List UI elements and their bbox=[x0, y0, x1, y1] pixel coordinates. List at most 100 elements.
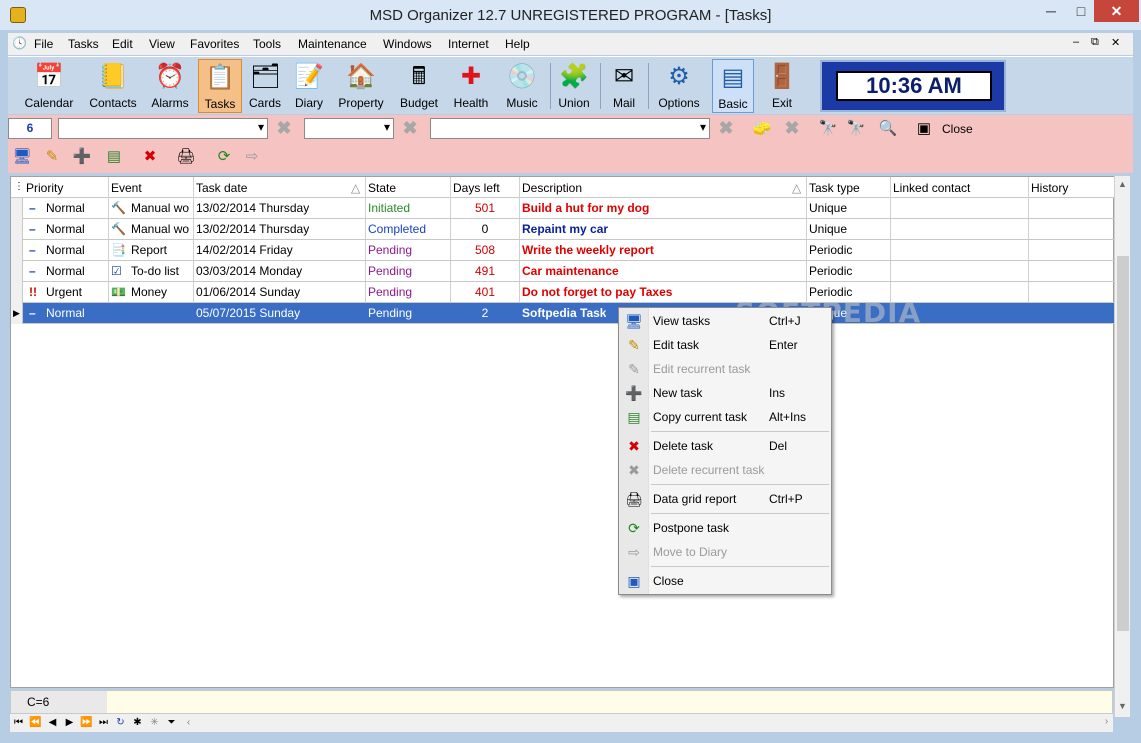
delete-task-icon[interactable]: ✖ bbox=[140, 147, 160, 167]
nav-first-icon[interactable]: ⏮ bbox=[10, 715, 27, 731]
search-magnifier-icon[interactable]: 🔍 bbox=[878, 119, 898, 139]
column-header-description[interactable]: Description bbox=[522, 181, 582, 195]
nav-goto-bookmark-icon[interactable]: ✳ bbox=[146, 715, 163, 731]
context-menu-postpone-task[interactable]: ⟳ Postpone task bbox=[619, 517, 831, 539]
nav-next-page-icon[interactable]: ⏩ bbox=[78, 715, 95, 731]
table-row[interactable]: – Normal ☑ To-do list 03/03/2014 Monday … bbox=[11, 261, 1115, 282]
record-count-field[interactable]: 6 bbox=[8, 118, 52, 139]
menu-maintenance[interactable]: Maintenance bbox=[298, 37, 367, 51]
close-panel-label[interactable]: Close bbox=[942, 122, 973, 136]
menu-windows[interactable]: Windows bbox=[383, 37, 432, 51]
new-task-icon[interactable]: ➕ bbox=[72, 147, 92, 167]
table-row[interactable]: – Normal 🔨 Manual wo 13/02/2014 Thursday… bbox=[11, 198, 1115, 219]
toolbar-basic-button[interactable]: ▤ Basic bbox=[712, 59, 754, 113]
printer-icon[interactable]: 🖨 bbox=[176, 147, 196, 167]
table-row[interactable]: !! Urgent 💵 Money 01/06/2014 Sunday Pend… bbox=[11, 282, 1115, 303]
toolbar-budget-button[interactable]: 🖩 Budget bbox=[394, 59, 444, 113]
toolbar-contacts-button[interactable]: 📒 Contacts bbox=[82, 59, 144, 113]
copy-task-icon[interactable]: ▤ bbox=[104, 147, 124, 167]
menu-internet[interactable]: Internet bbox=[448, 37, 489, 51]
row-indicator[interactable] bbox=[11, 198, 23, 219]
column-header-event[interactable]: Event bbox=[111, 181, 142, 195]
postpone-refresh-icon[interactable]: ⟳ bbox=[214, 147, 234, 167]
toolbar-alarms-button[interactable]: ⏰ Alarms bbox=[148, 59, 192, 113]
column-header-linked-contact[interactable]: Linked contact bbox=[893, 181, 970, 195]
toolbar-health-button[interactable]: ✚ Health bbox=[448, 59, 494, 113]
scroll-up-icon[interactable]: ▲ bbox=[1118, 179, 1127, 189]
nav-filter-icon[interactable]: ⏷ bbox=[163, 715, 180, 731]
nav-prev-page-icon[interactable]: ⏪ bbox=[27, 715, 44, 731]
column-header-state[interactable]: State bbox=[368, 181, 396, 195]
column-header-priority[interactable]: Priority bbox=[26, 181, 63, 195]
filter-dropdown-2[interactable] bbox=[304, 118, 394, 139]
filter-dropdown-1[interactable] bbox=[58, 118, 268, 139]
maximize-button[interactable]: □ bbox=[1066, 0, 1096, 22]
row-indicator[interactable] bbox=[11, 219, 23, 240]
menu-edit[interactable]: Edit bbox=[112, 37, 133, 51]
close-window-button[interactable]: ✕ bbox=[1094, 0, 1139, 22]
column-header-task-type[interactable]: Task type bbox=[809, 181, 860, 195]
menu-tasks[interactable]: Tasks bbox=[68, 37, 99, 51]
filter-dropdown-3[interactable] bbox=[430, 118, 710, 139]
context-menu-delete-recurrent-task[interactable]: ✖ Delete recurrent task bbox=[619, 459, 831, 481]
toolbar-property-button[interactable]: 🏠 Property bbox=[334, 59, 388, 113]
toolbar-union-button[interactable]: 🧩 Union bbox=[554, 59, 594, 113]
context-menu-move-to-diary[interactable]: ⇨ Move to Diary bbox=[619, 541, 831, 563]
vertical-scrollbar[interactable]: ▲ ▼ bbox=[1114, 176, 1130, 717]
nav-last-icon[interactable]: ⏭ bbox=[95, 715, 112, 731]
toolbar-diary-button[interactable]: 📝 Diary bbox=[290, 59, 328, 113]
menu-favorites[interactable]: Favorites bbox=[190, 37, 239, 51]
binoculars-next-icon[interactable]: 🔭 bbox=[846, 119, 866, 139]
scrollbar-thumb[interactable] bbox=[1117, 256, 1129, 631]
context-menu-data-grid-report[interactable]: 🖨 Data grid report Ctrl+P bbox=[619, 488, 831, 510]
mdi-restore-button[interactable]: ⧉ bbox=[1091, 36, 1099, 49]
nav-bookmark-icon[interactable]: ✱ bbox=[129, 715, 146, 731]
context-menu-view-tasks[interactable]: 🖥 View tasks Ctrl+J bbox=[619, 310, 831, 332]
menu-file[interactable]: File bbox=[34, 37, 53, 51]
mdi-minimize-button[interactable]: – bbox=[1073, 36, 1079, 48]
close-panel-icon[interactable]: ▣ bbox=[914, 119, 934, 139]
column-header-task-date[interactable]: Task date bbox=[196, 181, 247, 195]
horizontal-scroll-right-icon[interactable]: › bbox=[1098, 714, 1115, 730]
nav-next-icon[interactable]: ▶ bbox=[61, 715, 78, 731]
context-menu-copy-current-task[interactable]: ▤ Copy current task Alt+Ins bbox=[619, 406, 831, 428]
eraser-icon[interactable]: 🧽 bbox=[752, 119, 772, 139]
row-indicator[interactable] bbox=[11, 282, 23, 303]
table-row[interactable]: – Normal 📑 Report 14/02/2014 Friday Pend… bbox=[11, 240, 1115, 261]
table-row-selected[interactable]: ▶ – Normal 05/07/2015 Sunday Pending 2 S… bbox=[11, 303, 1115, 324]
menu-tools[interactable]: Tools bbox=[253, 37, 281, 51]
minimize-button[interactable]: ─ bbox=[1036, 0, 1066, 22]
column-header-days-left[interactable]: Days left bbox=[453, 181, 500, 195]
context-menu-new-task[interactable]: ➕ New task Ins bbox=[619, 382, 831, 404]
row-indicator[interactable] bbox=[11, 261, 23, 282]
clear-filter-1-icon[interactable]: ✖ bbox=[274, 118, 294, 138]
horizontal-scroll-left-icon[interactable]: ‹ bbox=[180, 715, 197, 731]
toolbar-cards-button[interactable]: 🗂 Cards bbox=[246, 59, 284, 113]
context-menu-edit-recurrent-task[interactable]: ✎ Edit recurrent task bbox=[619, 358, 831, 380]
menu-view[interactable]: View bbox=[149, 37, 175, 51]
context-menu-edit-task[interactable]: ✎ Edit task Enter bbox=[619, 334, 831, 356]
toolbar-music-button[interactable]: 💿 Music bbox=[500, 59, 544, 113]
nav-refresh-icon[interactable]: ↻ bbox=[112, 715, 129, 731]
column-header-history[interactable]: History bbox=[1031, 181, 1068, 195]
clear-filter-3-icon[interactable]: ✖ bbox=[716, 118, 736, 138]
column-chooser-icon[interactable]: ⋮ bbox=[14, 181, 24, 192]
context-menu-close[interactable]: ▣ Close bbox=[619, 570, 831, 592]
toolbar-tasks-button[interactable]: 📋 Tasks bbox=[198, 59, 242, 113]
row-indicator[interactable] bbox=[11, 240, 23, 261]
nav-prev-icon[interactable]: ◀ bbox=[44, 715, 61, 731]
context-menu-delete-task[interactable]: ✖ Delete task Del bbox=[619, 435, 831, 457]
binoculars-icon[interactable]: 🔭 bbox=[818, 119, 838, 139]
clear-filter-2-icon[interactable]: ✖ bbox=[400, 118, 420, 138]
mdi-close-button[interactable]: ✕ bbox=[1111, 36, 1120, 49]
toolbar-exit-button[interactable]: 🚪 Exit bbox=[762, 59, 802, 113]
toolbar-calendar-button[interactable]: 📅 Calendar bbox=[20, 59, 78, 113]
edit-task-icon[interactable]: ✎ bbox=[42, 147, 62, 167]
clear-all-icon[interactable]: ✖ bbox=[782, 118, 802, 138]
toolbar-options-button[interactable]: ⚙ Options bbox=[654, 59, 704, 113]
view-tasks-icon[interactable]: 🖥 bbox=[12, 147, 32, 167]
toolbar-mail-button[interactable]: ✉ Mail bbox=[606, 59, 642, 113]
move-to-diary-icon[interactable]: ⇨ bbox=[242, 147, 262, 167]
menu-help[interactable]: Help bbox=[505, 37, 530, 51]
current-row-arrow-icon[interactable]: ▶ bbox=[11, 303, 23, 324]
